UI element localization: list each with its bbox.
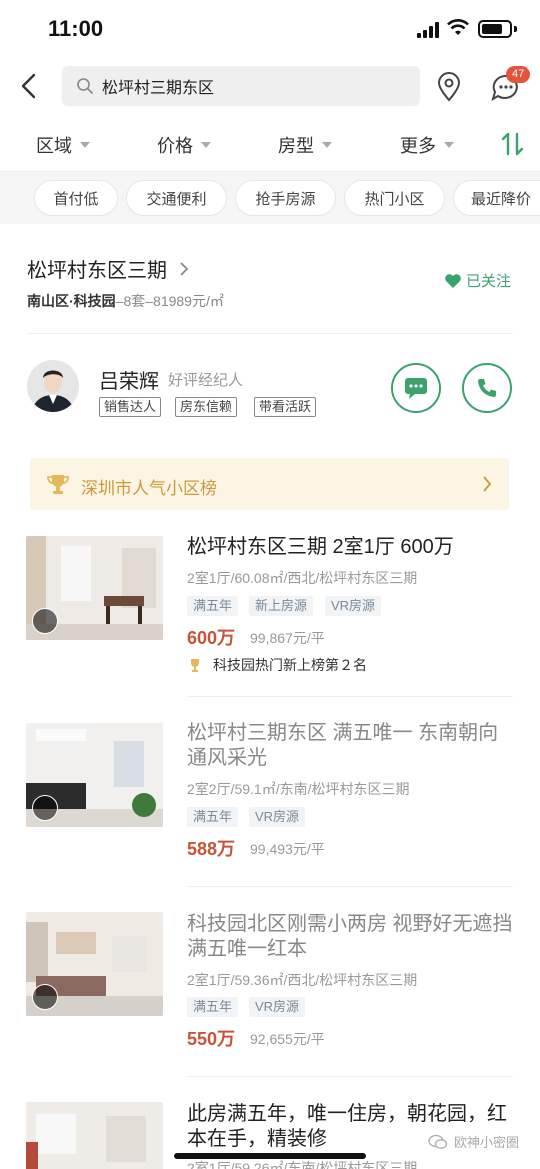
filter-more[interactable]: 更多 — [400, 132, 454, 158]
chip-price-drops[interactable]: 最近降价 — [453, 180, 540, 216]
watermark: 欧神小密圈 — [428, 1132, 519, 1151]
listing-card[interactable]: 科技园北区刚需小两房 视野好无遮挡满五唯一红本 2室1厅/59.36㎡/西北/松… — [0, 906, 540, 1076]
listing-info: 2室1厅/59.26㎡/东南/松坪村东区三期 — [187, 1160, 418, 1169]
agent-photo — [27, 360, 79, 412]
sort-icon[interactable] — [500, 130, 526, 158]
caret-down-icon — [322, 142, 332, 148]
heart-icon — [445, 273, 461, 288]
call-agent-button[interactable] — [462, 363, 512, 413]
room-image — [26, 1102, 163, 1169]
filter-label: 价格 — [157, 136, 193, 156]
listing-unit-price: 99,493元/平 — [250, 841, 325, 857]
phone-icon — [478, 379, 496, 397]
vr-icon — [32, 608, 58, 634]
community-stats: –8套–81989元/㎡ — [115, 293, 224, 309]
popular-community-ranking-banner[interactable]: 深圳市人气小区榜 — [30, 458, 509, 510]
caret-down-icon — [201, 142, 211, 148]
agent-tag: 销售达人 — [99, 397, 162, 417]
home-indicator — [174, 1153, 366, 1159]
filter-bar: 区域 价格 房型 更多 — [0, 116, 540, 172]
listing-tag: VR房源 — [249, 807, 306, 827]
map-pin-icon[interactable] — [436, 72, 462, 102]
search-icon — [77, 78, 93, 94]
filter-label: 房型 — [278, 136, 314, 156]
divider — [187, 1076, 513, 1077]
chevron-right-icon — [180, 261, 189, 276]
listing-photo — [26, 1102, 163, 1169]
chat-agent-button[interactable] — [391, 363, 441, 413]
chip-hot-listings[interactable]: 抢手房源 — [235, 180, 336, 216]
agent-role: 好评经纪人 — [168, 372, 244, 389]
agent-tag: 带看活跃 — [254, 397, 317, 417]
listing-price: 550万 — [187, 1029, 236, 1049]
listing-card[interactable]: 松坪村东区三期 2室1厅 600万 2室1厅/60.08㎡/西北/松坪村东区三期… — [0, 530, 540, 696]
wechat-icon — [428, 1134, 448, 1149]
top-nav: 松坪村三期东区 47 — [0, 58, 540, 116]
listing-unit-price: 92,655元/平 — [250, 1031, 325, 1047]
status-bar: 11:00 — [0, 0, 540, 58]
listing-tag: 满五年 — [187, 997, 239, 1017]
cellular-signal-icon — [417, 22, 439, 38]
watermark-text: 欧神小密圈 — [454, 1135, 520, 1150]
chip-hot-communities[interactable]: 热门小区 — [344, 180, 445, 216]
filter-layout[interactable]: 房型 — [278, 132, 332, 158]
filter-label: 区域 — [36, 136, 72, 156]
filter-price[interactable]: 价格 — [157, 132, 211, 158]
listing-info: 2室2厅/59.1㎡/东南/松坪村东区三期 — [187, 781, 410, 797]
listing-unit-price: 99,867元/平 — [250, 630, 325, 646]
search-query: 松坪村三期东区 — [102, 80, 215, 97]
listing-tag: 满五年 — [187, 807, 239, 827]
listing-card[interactable]: 松坪村三期东区 满五唯一 东南朝向 通风采光 2室2厅/59.1㎡/东南/松坪村… — [0, 715, 540, 885]
community-summary: 南山区·科技园–8套–81989元/㎡ — [27, 291, 224, 311]
chip-transport[interactable]: 交通便利 — [126, 180, 227, 216]
listing-price: 600万 — [187, 628, 236, 648]
back-arrow-icon[interactable] — [16, 70, 44, 102]
listing-tag: VR房源 — [249, 997, 306, 1017]
chip-low-downpayment[interactable]: 首付低 — [34, 180, 118, 216]
trophy-icon — [191, 659, 199, 672]
listing-title: 松坪村东区三期 2室1厅 600万 — [187, 536, 454, 558]
listing-rank: 科技园热门新上榜第２名 — [187, 655, 367, 675]
vr-icon — [32, 984, 58, 1010]
listing-photo — [26, 536, 163, 640]
listing-info: 2室1厅/59.36㎡/西北/松坪村东区三期 — [187, 972, 418, 988]
trophy-icon — [47, 475, 69, 494]
divider — [187, 696, 513, 697]
battery-tip — [514, 26, 517, 32]
filter-label: 更多 — [400, 136, 436, 156]
follow-label: 已关注 — [466, 273, 512, 290]
vr-icon — [32, 795, 58, 821]
agent-tag: 房东信赖 — [175, 397, 238, 417]
agent-name: 吕荣辉 — [99, 371, 159, 393]
battery-icon — [478, 20, 512, 38]
rank-text: 科技园热门新上榜第２名 — [213, 657, 367, 673]
divider — [27, 333, 513, 334]
community-name: 松坪村东区三期 — [27, 260, 167, 282]
wifi-icon — [447, 19, 469, 35]
caret-down-icon — [80, 142, 90, 148]
chevron-right-icon — [483, 476, 492, 492]
listing-tag: 满五年 — [187, 596, 239, 616]
listing-photo — [26, 723, 163, 827]
caret-down-icon — [444, 142, 454, 148]
agent-avatar[interactable] — [27, 360, 79, 412]
community-title[interactable]: 松坪村东区三期 — [27, 254, 189, 283]
status-time: 11:00 — [48, 16, 104, 41]
message-count-badge: 47 — [506, 66, 531, 83]
listing-photo — [26, 912, 163, 1016]
listing-info: 2室1厅/60.08㎡/西北/松坪村东区三期 — [187, 570, 418, 586]
listing-tag: VR房源 — [325, 596, 382, 616]
listing-title: 松坪村三期东区 满五唯一 东南朝向 通风采光 — [187, 722, 499, 769]
listing-tag: 新上房源 — [249, 596, 314, 616]
filter-area[interactable]: 区域 — [36, 132, 90, 158]
listing-price: 588万 — [187, 839, 236, 859]
divider — [187, 886, 513, 887]
follow-button[interactable]: 已关注 — [444, 270, 511, 291]
listing-title: 科技园北区刚需小两房 视野好无遮挡满五唯一红本 — [187, 913, 513, 960]
messages-button[interactable]: 47 — [490, 66, 531, 102]
community-district: 南山区·科技园 — [27, 293, 116, 309]
banner-title: 深圳市人气小区榜 — [81, 479, 217, 498]
message-icon — [405, 378, 427, 399]
search-bar[interactable]: 松坪村三期东区 — [62, 66, 420, 106]
